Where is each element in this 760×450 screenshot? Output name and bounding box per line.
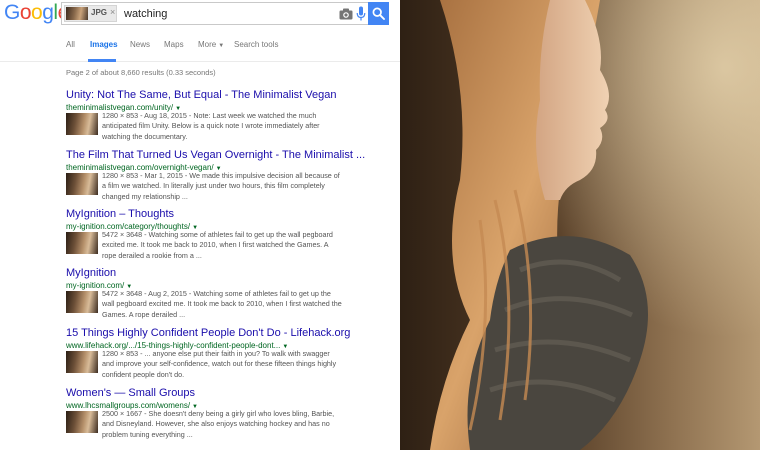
tab-images[interactable]: Images [90,40,118,50]
result-thumbnail[interactable] [66,351,98,373]
result-snippet: 1280 × 853 - ... anyone else put their f… [102,349,337,379]
result-title-link[interactable]: Women's — Small Groups [66,387,396,400]
tab-search-tools[interactable]: Search tools [234,40,278,50]
microphone-icon[interactable] [356,6,366,22]
chip-close-icon[interactable]: × [110,7,115,17]
result-thumbnail[interactable] [66,173,98,195]
tab-maps[interactable]: Maps [164,40,184,50]
query-photo [400,0,760,450]
result-item: Unity: Not The Same, But Equal - The Min… [66,89,396,141]
tab-more[interactable]: More ▼ [198,40,224,51]
result-snippet: 2500 × 1667 - She doesn't deny being a g… [102,409,335,439]
logo-letter: o [31,1,43,24]
woman-profile-photo [400,0,760,450]
result-snippet: 1280 × 853 - Mar 1, 2015 - We made this … [102,171,340,201]
tab-more-label: More [198,40,217,49]
image-query-chip[interactable]: JPG × [64,5,117,22]
result-stats: Page 2 of about 8,660 results (0.33 seco… [66,68,216,77]
logo-letter: o [19,1,32,24]
google-logo[interactable]: Google [4,2,69,24]
chip-format-label: JPG [91,8,108,17]
logo-letter: g [42,1,54,24]
result-item: 15 Things Highly Confident People Don't … [66,327,396,379]
search-icon [372,7,385,20]
result-title-link[interactable]: MyIgnition [66,267,396,280]
active-tab-indicator [88,59,116,62]
tab-all[interactable]: All [66,40,75,50]
result-thumbnail[interactable] [66,411,98,433]
result-thumbnail[interactable] [66,113,98,135]
result-title-link[interactable]: 15 Things Highly Confident People Don't … [66,327,396,340]
result-snippet: 1280 × 853 - Aug 18, 2015 - Note: Last w… [102,111,320,141]
result-item: Women's — Small Groups www.lhcsmallgroup… [66,387,396,439]
result-title-link[interactable]: The Film That Turned Us Vegan Overnight … [66,149,396,162]
search-results-pane: Google JPG × [0,0,400,450]
result-snippet: 5472 × 3648 - Aug 2, 2015 - Watching som… [102,289,342,319]
result-thumbnail[interactable] [66,291,98,313]
logo-letter: G [4,1,20,24]
result-title-link[interactable]: Unity: Not The Same, But Equal - The Min… [66,89,396,102]
result-item: MyIgnition my-ignition.com/▼ 5472 × 3648… [66,267,396,319]
result-item: MyIgnition – Thoughts my-ignition.com/ca… [66,208,396,260]
result-title-link[interactable]: MyIgnition – Thoughts [66,208,396,221]
result-snippet: 5472 × 3648 - Watching some of athletes … [102,230,333,260]
search-tabs: All Images News Maps More ▼ Search tools [0,30,400,62]
result-thumbnail[interactable] [66,232,98,254]
search-input[interactable] [124,6,334,22]
search-button[interactable] [368,2,389,25]
dropdown-caret-icon: ▼ [218,43,225,49]
search-box[interactable]: JPG × [61,2,368,25]
query-image-thumbnail [66,7,88,20]
search-header: Google JPG × [0,0,400,30]
camera-icon[interactable] [339,8,353,20]
tab-news[interactable]: News [130,40,150,50]
result-item: The Film That Turned Us Vegan Overnight … [66,149,396,201]
